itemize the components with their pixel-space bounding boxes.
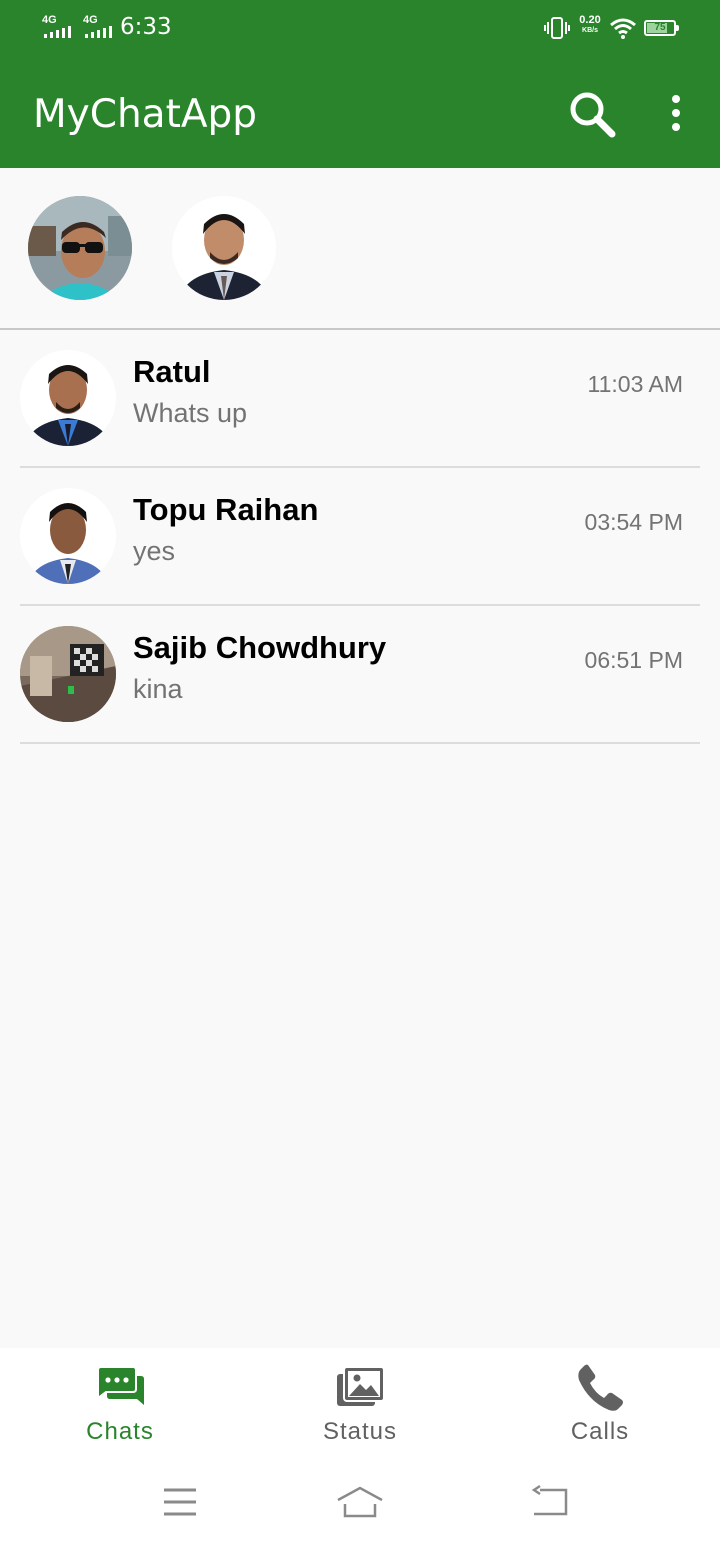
image-stack-icon bbox=[337, 1366, 385, 1406]
tab-label: Status bbox=[322, 1418, 398, 1445]
avatar-photo bbox=[20, 488, 116, 584]
vibrate-icon bbox=[544, 17, 570, 39]
home-icon[interactable] bbox=[336, 1482, 384, 1522]
tab-label: Chats bbox=[86, 1418, 154, 1445]
chat-list: Ratul Whats up 11:03 AM Topu Raihan yes … bbox=[0, 330, 720, 744]
avatar-photo bbox=[20, 626, 116, 722]
chat-row[interactable]: Sajib Chowdhury kina 06:51 PM bbox=[0, 606, 720, 744]
chat-name: Sajib Chowdhury bbox=[133, 630, 387, 665]
battery-level: 75 bbox=[654, 22, 666, 33]
more-vertical-icon bbox=[672, 95, 680, 131]
network-speed: 0.20 KB/s bbox=[576, 15, 604, 35]
avatar-photo bbox=[172, 196, 276, 300]
chat-avatar bbox=[20, 626, 116, 722]
back-icon[interactable] bbox=[530, 1482, 570, 1522]
chat-time: 06:51 PM bbox=[584, 647, 683, 673]
network-type-1: 4G bbox=[42, 14, 57, 26]
chat-avatar bbox=[20, 350, 116, 446]
chat-last-message: Whats up bbox=[133, 398, 248, 428]
chat-bubbles-icon bbox=[97, 1366, 144, 1405]
network-type-2: 4G bbox=[83, 14, 98, 26]
tab-label: Calls bbox=[570, 1418, 630, 1445]
tab-calls[interactable]: Calls bbox=[480, 1348, 720, 1462]
story-avatar[interactable] bbox=[172, 196, 276, 300]
search-button[interactable] bbox=[566, 88, 618, 140]
battery-icon: 75 bbox=[644, 20, 679, 36]
signal-icon bbox=[44, 26, 74, 38]
chat-last-message: yes bbox=[133, 536, 176, 566]
story-avatar[interactable] bbox=[28, 196, 132, 300]
chat-last-message: kina bbox=[133, 674, 183, 704]
chat-time: 11:03 AM bbox=[587, 371, 683, 397]
chat-row[interactable]: Topu Raihan yes 03:54 PM bbox=[0, 468, 720, 606]
system-navigation-bar bbox=[0, 1462, 720, 1544]
tab-chats[interactable]: Chats bbox=[0, 1348, 240, 1462]
avatar-photo bbox=[28, 196, 132, 300]
app-title: MyChatApp bbox=[33, 92, 258, 137]
chat-name: Topu Raihan bbox=[133, 492, 319, 527]
more-options-button[interactable] bbox=[660, 90, 692, 138]
wifi-icon bbox=[610, 18, 636, 39]
status-bar: 4G 4G 6:33 0.20 KB/s 75 bbox=[0, 0, 720, 58]
clock: 6:33 bbox=[120, 14, 172, 40]
avatar-photo bbox=[20, 350, 116, 446]
chat-avatar bbox=[20, 488, 116, 584]
phone-icon bbox=[578, 1364, 623, 1411]
stories-row bbox=[0, 168, 720, 330]
bottom-navigation: Chats Status Calls bbox=[0, 1348, 720, 1462]
chat-name: Ratul bbox=[133, 354, 211, 389]
search-icon bbox=[570, 92, 616, 138]
app-bar: MyChatApp bbox=[0, 58, 720, 168]
divider bbox=[20, 742, 700, 744]
chat-row[interactable]: Ratul Whats up 11:03 AM bbox=[0, 330, 720, 468]
signal-icon bbox=[85, 26, 115, 38]
menu-icon[interactable] bbox=[160, 1482, 200, 1522]
network-speed-unit: KB/s bbox=[582, 27, 598, 34]
network-speed-value: 0.20 bbox=[579, 14, 601, 26]
tab-status[interactable]: Status bbox=[240, 1348, 480, 1462]
chat-time: 03:54 PM bbox=[584, 509, 683, 535]
